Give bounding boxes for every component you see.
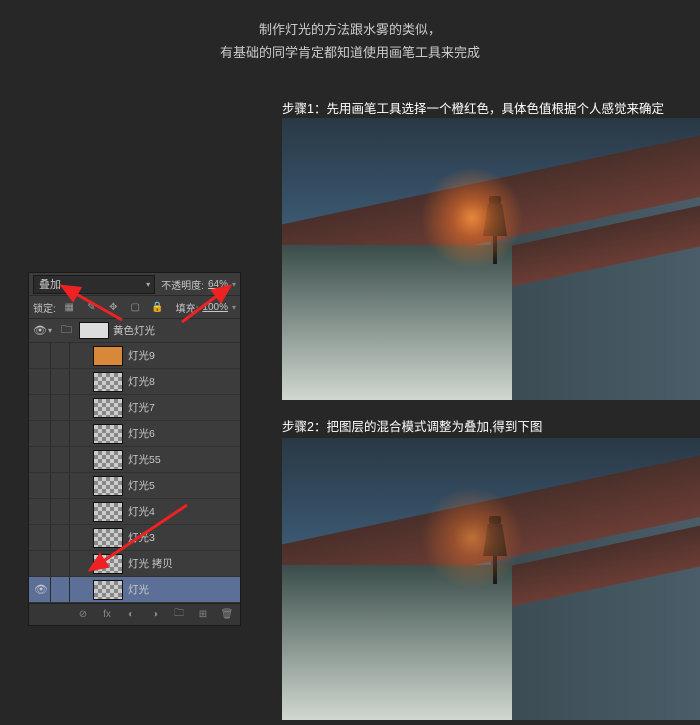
lock-label: 锁定: bbox=[33, 300, 56, 315]
layer-thumb[interactable] bbox=[93, 528, 123, 548]
panel-footer: ⊘ fx ◐ ◑ 🗀 ⊞ 🗑 bbox=[29, 603, 240, 625]
layer-link-slot[interactable] bbox=[51, 447, 70, 472]
layer-link-slot[interactable] bbox=[51, 525, 70, 550]
blend-mode-value: 叠加 bbox=[39, 276, 61, 292]
layer-thumb[interactable] bbox=[93, 372, 123, 392]
mask-icon[interactable]: ◐ bbox=[124, 608, 138, 622]
layer-visibility-icon[interactable] bbox=[32, 421, 51, 446]
layer-row[interactable]: 灯光55 bbox=[29, 447, 240, 473]
step2-text: 步骤2：把图层的混合模式调整为叠加,得到下图 bbox=[282, 416, 542, 435]
group-visibility-icon[interactable]: 👁 bbox=[32, 324, 48, 337]
group-mask-thumb[interactable] bbox=[79, 322, 109, 339]
lock-move-icon[interactable]: ✥ bbox=[107, 301, 120, 314]
layer-row[interactable]: 灯光6 bbox=[29, 421, 240, 447]
layer-link-slot[interactable] bbox=[51, 577, 70, 602]
layers-panel: 叠加 不透明度: 64% ▾ 锁定: ▦ ✎ ✥ ▢ 🔒 填充: 100% ▾ … bbox=[28, 272, 241, 626]
layer-thumb[interactable] bbox=[93, 346, 123, 366]
layer-visibility-icon[interactable] bbox=[32, 473, 51, 498]
layer-name: 灯光8 bbox=[128, 374, 155, 389]
layer-name: 灯光7 bbox=[128, 400, 155, 415]
layer-thumb[interactable] bbox=[93, 580, 123, 600]
layer-visibility-icon[interactable] bbox=[32, 343, 51, 368]
opacity-chevron-icon[interactable]: ▾ bbox=[232, 280, 236, 289]
layer-visibility-icon[interactable] bbox=[32, 447, 51, 472]
preview-image-1 bbox=[282, 118, 700, 400]
layer-name: 灯光4 bbox=[128, 504, 155, 519]
layer-visibility-icon[interactable]: 👁 bbox=[32, 577, 51, 602]
layer-thumb[interactable] bbox=[93, 450, 123, 470]
fill-value[interactable]: 100% bbox=[202, 302, 228, 313]
lock-icons: ▦ ✎ ✥ ▢ 🔒 bbox=[58, 301, 169, 314]
layer-link-slot[interactable] bbox=[51, 421, 70, 446]
layer-row[interactable]: 灯光7 bbox=[29, 395, 240, 421]
layer-visibility-icon[interactable] bbox=[32, 395, 51, 420]
layer-name: 灯光5 bbox=[128, 478, 155, 493]
layer-thumb[interactable] bbox=[93, 476, 123, 496]
lock-brush-icon[interactable]: ✎ bbox=[85, 301, 98, 314]
layer-name: 灯光 bbox=[128, 582, 149, 597]
fx-icon[interactable]: fx bbox=[100, 608, 114, 622]
new-group-icon[interactable]: 🗀 bbox=[172, 608, 186, 622]
layer-visibility-icon[interactable] bbox=[32, 369, 51, 394]
layer-name: 灯光55 bbox=[128, 452, 161, 467]
layer-link-slot[interactable] bbox=[51, 473, 70, 498]
layer-row[interactable]: 灯光5 bbox=[29, 473, 240, 499]
link-layers-icon[interactable]: ⊘ bbox=[76, 608, 90, 622]
group-name: 黄色灯光 bbox=[113, 323, 155, 338]
layer-row[interactable]: 灯光8 bbox=[29, 369, 240, 395]
layer-link-slot[interactable] bbox=[51, 499, 70, 524]
layer-row[interactable]: 灯光9 bbox=[29, 343, 240, 369]
layer-row[interactable]: 灯光 拷贝 bbox=[29, 551, 240, 577]
layer-row[interactable]: 灯光3 bbox=[29, 525, 240, 551]
fill-chevron-icon[interactable]: ▾ bbox=[232, 303, 236, 312]
layer-row[interactable]: 👁 灯光 bbox=[29, 577, 240, 603]
preview-image-2 bbox=[282, 438, 700, 720]
fill-label: 填充: bbox=[176, 300, 199, 315]
adjustment-icon[interactable]: ◑ bbox=[148, 608, 162, 622]
layer-link-slot[interactable] bbox=[51, 551, 70, 576]
blend-mode-select[interactable]: 叠加 bbox=[33, 275, 155, 294]
layer-visibility-icon[interactable] bbox=[32, 525, 51, 550]
blend-opacity-row: 叠加 不透明度: 64% ▾ bbox=[29, 273, 240, 296]
intro-text: 制作灯光的方法跟水雾的类似， 有基础的同学肯定都知道使用画笔工具来完成 bbox=[0, 0, 700, 75]
trash-icon[interactable]: 🗑 bbox=[220, 608, 234, 622]
intro-line2: 有基础的同学肯定都知道使用画笔工具来完成 bbox=[0, 41, 700, 64]
intro-line1: 制作灯光的方法跟水雾的类似， bbox=[0, 18, 700, 41]
layer-thumb[interactable] bbox=[93, 424, 123, 444]
layer-name: 灯光 拷贝 bbox=[128, 556, 173, 571]
step1-text: 步骤1：先用画笔工具选择一个橙红色，具体色值根据个人感觉来确定 bbox=[282, 98, 664, 117]
folder-icon: 🗀 bbox=[61, 321, 72, 340]
layer-link-slot[interactable] bbox=[51, 343, 70, 368]
layer-name: 灯光6 bbox=[128, 426, 155, 441]
new-layer-icon[interactable]: ⊞ bbox=[196, 608, 210, 622]
layer-thumb[interactable] bbox=[93, 502, 123, 522]
layer-link-slot[interactable] bbox=[51, 395, 70, 420]
layer-link-slot[interactable] bbox=[51, 369, 70, 394]
lock-transparency-icon[interactable]: ▦ bbox=[63, 301, 76, 314]
layer-visibility-icon[interactable] bbox=[32, 499, 51, 524]
opacity-value[interactable]: 64% bbox=[208, 279, 228, 290]
layer-visibility-icon[interactable] bbox=[32, 551, 51, 576]
layer-group[interactable]: 👁 ▾ 🗀 黄色灯光 bbox=[29, 319, 240, 343]
layer-name: 灯光9 bbox=[128, 348, 155, 363]
group-twirl-icon[interactable]: ▾ bbox=[48, 326, 58, 335]
layer-name: 灯光3 bbox=[128, 530, 155, 545]
layer-thumb[interactable] bbox=[93, 554, 123, 574]
opacity-label: 不透明度: bbox=[161, 277, 204, 292]
layer-thumb[interactable] bbox=[93, 398, 123, 418]
lock-artboard-icon[interactable]: ▢ bbox=[129, 301, 142, 314]
lock-fill-row: 锁定: ▦ ✎ ✥ ▢ 🔒 填充: 100% ▾ bbox=[29, 296, 240, 319]
lock-all-icon[interactable]: 🔒 bbox=[151, 301, 164, 314]
layers-list: 灯光9 灯光8 灯光7 灯光6 灯光55 灯光5 灯光4 灯光3 灯光 拷贝 👁 灯光 bbox=[29, 343, 240, 603]
layer-row[interactable]: 灯光4 bbox=[29, 499, 240, 525]
